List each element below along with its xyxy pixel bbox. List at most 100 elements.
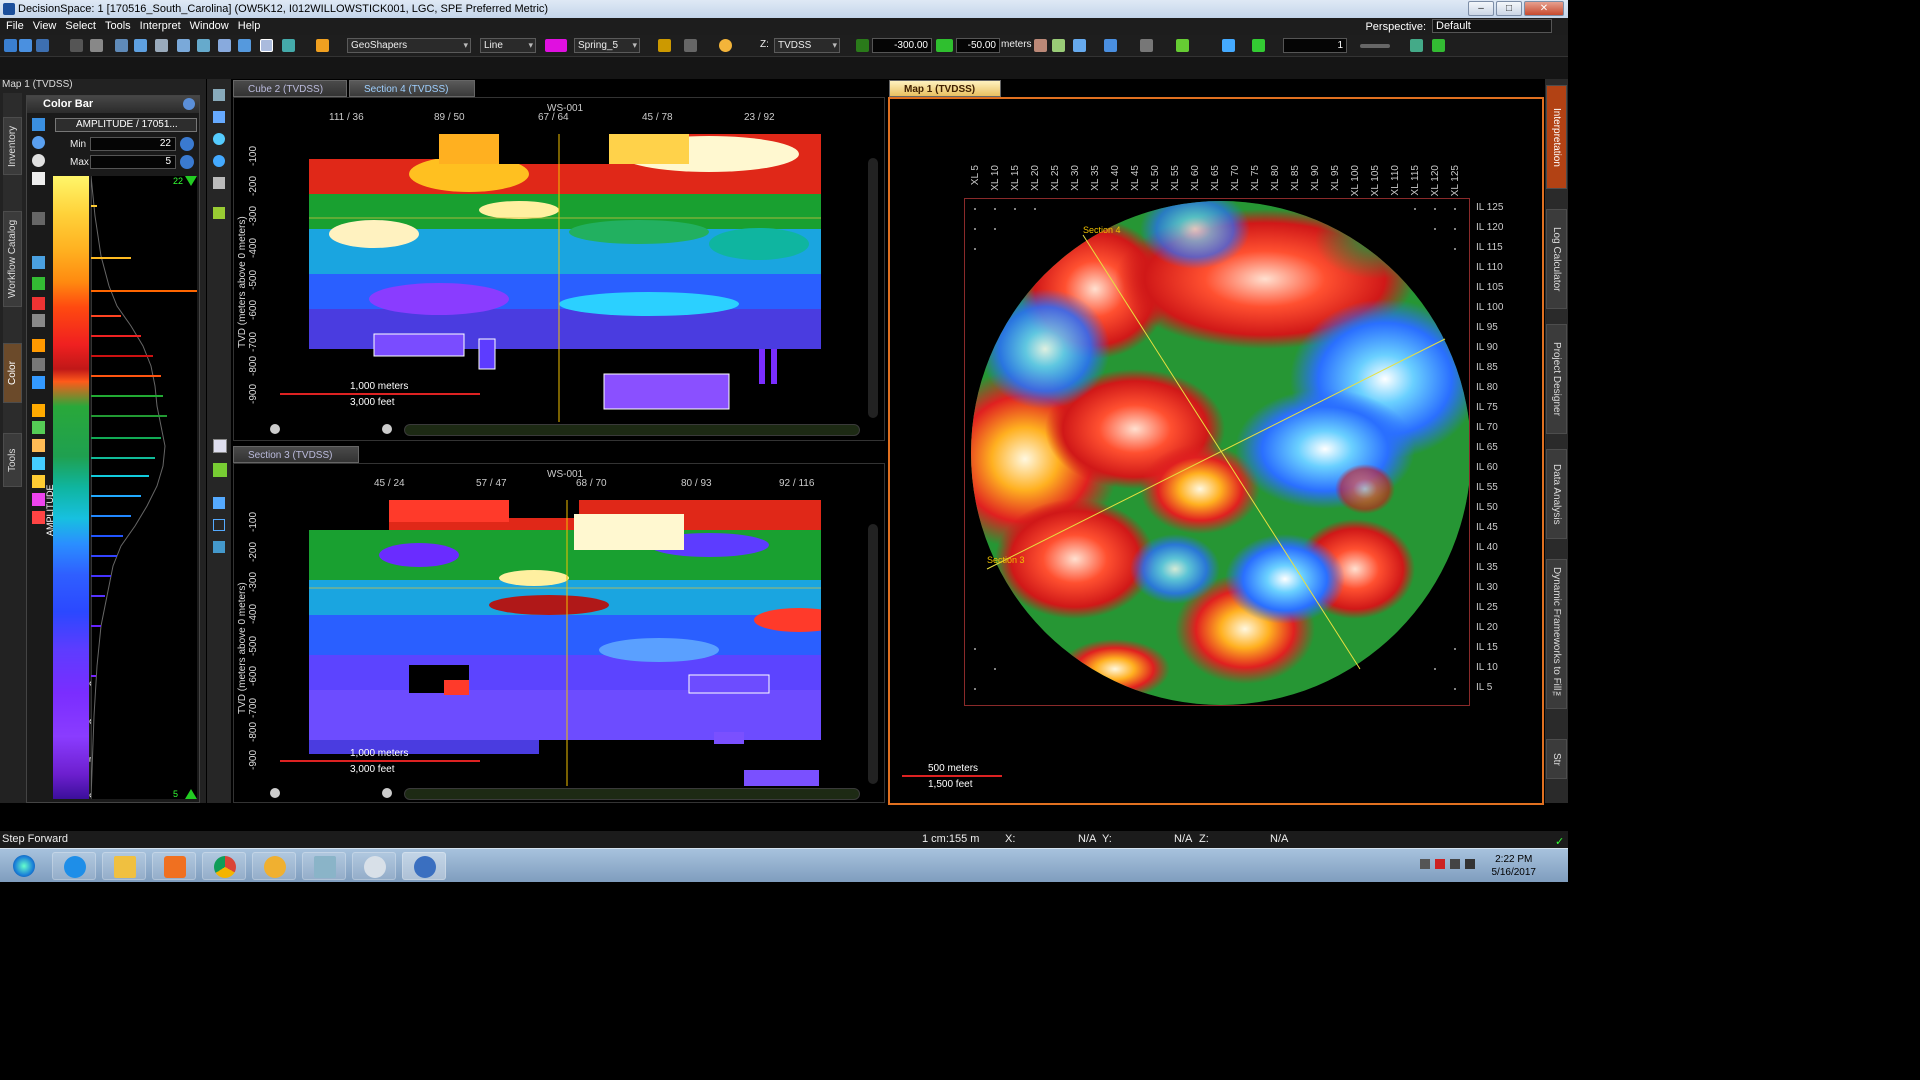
domain-select[interactable]: TVDSS: [774, 38, 840, 53]
cb-bottom-handle[interactable]: [185, 789, 197, 799]
horizon-pick-icon[interactable]: [213, 207, 225, 219]
tray-volume-icon[interactable]: [1465, 859, 1475, 869]
menu-file[interactable]: File: [6, 18, 24, 35]
rotate-icon[interactable]: [155, 39, 168, 52]
media-taskbar-icon[interactable]: [152, 852, 196, 880]
map-canvas[interactable]: Section 4 Section 3: [964, 198, 1471, 706]
decisionspace-taskbar-icon[interactable]: [402, 852, 446, 880]
pick-tool-icon[interactable]: [213, 541, 225, 553]
perspective-select[interactable]: Default: [1432, 19, 1552, 33]
color-scale-bar[interactable]: 21 20 19 18 17 16 15 14 13 12 11 10 9 8 …: [45, 176, 102, 799]
crosshair-icon[interactable]: [1432, 39, 1445, 52]
print-icon[interactable]: [70, 39, 83, 52]
tab-workflow-catalog[interactable]: Workflow Catalog: [3, 211, 22, 307]
session-icon[interactable]: [19, 39, 32, 52]
picker-icon[interactable]: [1176, 39, 1189, 52]
menu-help[interactable]: Help: [238, 18, 261, 35]
home-icon[interactable]: [218, 39, 231, 52]
tab-cube-2[interactable]: Cube 2 (TVDSS): [233, 80, 347, 97]
minimize-button[interactable]: –: [1468, 1, 1494, 16]
tab-project-designer[interactable]: Project Designer: [1546, 324, 1567, 434]
map-view-icon[interactable]: [260, 39, 273, 52]
cb-flip-icon[interactable]: [32, 256, 45, 269]
count-field[interactable]: 1: [1283, 38, 1347, 53]
tray-flag-icon[interactable]: [1435, 859, 1445, 869]
ie-taskbar-icon[interactable]: [52, 852, 96, 880]
zoom-out-icon[interactable]: [213, 155, 225, 167]
frame-tool-icon[interactable]: [213, 519, 225, 531]
cursor-tool-icon[interactable]: [213, 497, 225, 509]
zoom-icon[interactable]: [134, 39, 147, 52]
menu-tools[interactable]: Tools: [105, 18, 131, 35]
grid-icon[interactable]: [1410, 39, 1423, 52]
cb-doc-icon[interactable]: [32, 172, 45, 185]
menu-window[interactable]: Window: [190, 18, 229, 35]
cb-top-handle[interactable]: [185, 176, 197, 186]
maximize-button[interactable]: □: [1496, 1, 1522, 16]
menu-view[interactable]: View: [33, 18, 57, 35]
editor-taskbar-icon[interactable]: [302, 852, 346, 880]
cb-refresh-icon[interactable]: [32, 154, 45, 167]
pencil-icon[interactable]: [316, 39, 329, 52]
cb-rotate-icon[interactable]: [32, 136, 45, 149]
cb-split-icon[interactable]: [32, 421, 45, 434]
line-style-select[interactable]: Line: [480, 38, 536, 53]
s4-vertical-scroll[interactable]: [868, 158, 878, 418]
draw-tool-icon[interactable]: [213, 439, 227, 453]
s3-zoom-in-icon[interactable]: [382, 788, 392, 798]
explorer-taskbar-icon[interactable]: [102, 852, 146, 880]
line-color-swatch[interactable]: [545, 39, 567, 52]
colormap-select[interactable]: Spring_5: [574, 38, 640, 53]
cb-lock-icon[interactable]: [32, 314, 45, 327]
step-back-icon[interactable]: [856, 39, 869, 52]
menu-select[interactable]: Select: [65, 18, 96, 35]
ruler-icon[interactable]: [1222, 39, 1235, 52]
cb-paint-icon[interactable]: [32, 339, 45, 352]
layout-icon[interactable]: [115, 39, 128, 52]
tab-data-analysis[interactable]: Data Analysis: [1546, 449, 1567, 539]
cb-steps-icon[interactable]: [32, 475, 45, 488]
cb-invert-icon[interactable]: [32, 493, 45, 506]
tab-section-4[interactable]: Section 4 (TVDSS): [349, 80, 475, 97]
save-icon[interactable]: [36, 39, 49, 52]
tab-inventory[interactable]: Inventory: [3, 117, 22, 175]
section-4-view[interactable]: WS-001 111 / 36 89 / 50 67 / 64 45 / 78 …: [233, 97, 885, 441]
cb-stretch-icon[interactable]: [32, 376, 45, 389]
cb-pick-icon[interactable]: [32, 297, 45, 310]
cb-reset-icon[interactable]: [32, 511, 45, 524]
tab-map-1[interactable]: Map 1 (TVDSS): [889, 80, 1001, 97]
tab-color[interactable]: Color: [3, 343, 22, 403]
redo-icon[interactable]: [684, 39, 697, 52]
min-field[interactable]: 22: [90, 137, 176, 151]
s4-zoom-in-icon[interactable]: [382, 424, 392, 434]
cb-tool-icon[interactable]: [32, 118, 45, 131]
horizon-icon[interactable]: [1052, 39, 1065, 52]
fault-icon[interactable]: [1073, 39, 1086, 52]
tab-str[interactable]: Str: [1546, 739, 1567, 779]
s4-zoom-out-icon[interactable]: [270, 424, 280, 434]
s3-zoom-out-icon[interactable]: [270, 788, 280, 798]
cb-fill-icon[interactable]: [32, 358, 45, 371]
zoom-in-icon[interactable]: [213, 133, 225, 145]
section-3-image[interactable]: [309, 500, 821, 786]
help-icon[interactable]: [183, 98, 195, 110]
cross-section-icon[interactable]: [282, 39, 295, 52]
cb-bars-icon[interactable]: [32, 457, 45, 470]
light-icon[interactable]: [719, 39, 732, 52]
cb-palette-icon[interactable]: [32, 404, 45, 417]
measure-icon[interactable]: [1252, 39, 1265, 52]
pan-tool-icon[interactable]: [213, 177, 225, 189]
app-taskbar-icon[interactable]: [252, 852, 296, 880]
tab-section-3[interactable]: Section 3 (TVDSS): [233, 446, 359, 463]
tab-interpretation[interactable]: Interpretation: [1546, 85, 1567, 189]
refresh-min-icon[interactable]: [180, 137, 194, 151]
slider-icon[interactable]: [1360, 44, 1390, 48]
globe-tool-icon[interactable]: [213, 463, 227, 477]
tab-tools[interactable]: Tools: [3, 433, 22, 487]
play-icon[interactable]: [936, 39, 953, 52]
menu-interpret[interactable]: Interpret: [140, 18, 181, 35]
close-button[interactable]: ✕: [1524, 1, 1564, 16]
clock[interactable]: 2:22 PM 5/16/2017: [1492, 853, 1537, 879]
pan-icon[interactable]: [177, 39, 190, 52]
tray-network-icon[interactable]: [1450, 859, 1460, 869]
